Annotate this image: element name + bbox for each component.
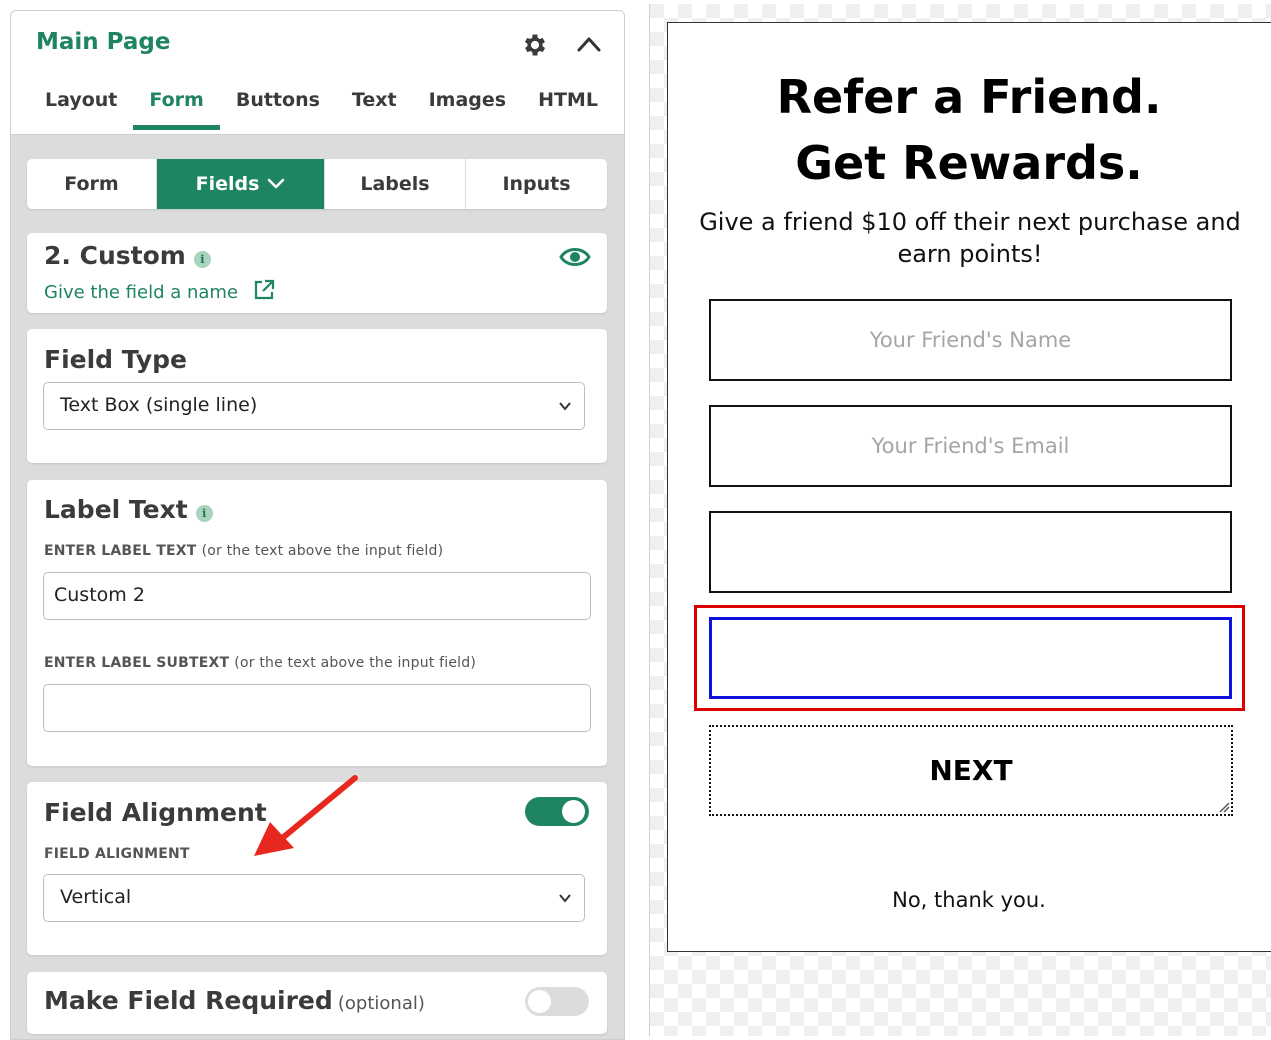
collapse-chevron-icon[interactable] <box>576 33 602 55</box>
red-arrow-icon <box>254 775 358 856</box>
field-alignment-heading: Field Alignment <box>44 798 267 827</box>
subtab-fields[interactable]: Fields <box>157 159 325 209</box>
label-text-input[interactable]: Custom 2 <box>43 572 591 620</box>
label-text-card: Label Text i ENTER LABEL TEXT (or the tex… <box>27 480 607 766</box>
custom-field-2[interactable] <box>709 617 1232 699</box>
info-icon[interactable]: i <box>195 505 213 522</box>
resize-handle-icon[interactable] <box>1218 801 1230 813</box>
tab-form[interactable]: Form <box>133 85 221 130</box>
subtab-inputs[interactable]: Inputs <box>466 159 607 209</box>
decline-link[interactable]: No, thank you. <box>667 888 1271 912</box>
panel-header: Main Page Layout Form Buttons Text Image… <box>11 11 624 135</box>
required-heading: Make Field Required <box>44 986 333 1015</box>
chevron-down-icon <box>559 894 571 903</box>
subtab-bar: Form Fields Labels Inputs <box>27 159 607 209</box>
eye-icon[interactable] <box>559 245 591 269</box>
panel-title: Main Page <box>36 29 171 55</box>
field-alignment-caption: FIELD ALIGNMENT <box>44 846 190 862</box>
tab-buttons[interactable]: Buttons <box>220 85 336 130</box>
chevron-down-icon <box>268 178 285 189</box>
tab-layout[interactable]: Layout <box>29 85 133 130</box>
settings-panel: Main Page Layout Form Buttons Text Image… <box>10 10 625 1040</box>
popup-title: Refer a Friend. Get Rewards. <box>776 70 1162 190</box>
tab-images[interactable]: Images <box>413 85 522 130</box>
custom-field-1[interactable] <box>709 511 1232 593</box>
label-subtext-caption: ENTER LABEL SUBTEXT (or the text above t… <box>44 655 476 671</box>
field-alignment-select[interactable]: Vertical <box>43 874 585 922</box>
label-text-heading: Label Text <box>44 495 188 524</box>
subtab-labels[interactable]: Labels <box>325 159 466 209</box>
subtab-form[interactable]: Form <box>27 159 157 209</box>
chevron-down-icon <box>559 402 571 411</box>
external-link-icon <box>255 279 275 300</box>
field-heading: 2. Custom <box>44 241 186 270</box>
label-text-caption: ENTER LABEL TEXT (or the text above the … <box>44 543 444 559</box>
field-name-card: 2. Custom i Give the field a name <box>27 233 607 313</box>
tab-text[interactable]: Text <box>336 85 413 130</box>
label-subtext-input[interactable] <box>43 684 591 732</box>
required-card: Make Field Required (optional) <box>27 972 607 1034</box>
rename-link[interactable]: Give the field a name <box>44 279 275 303</box>
main-tabs: Layout Form Buttons Text Images HTML <box>29 85 614 130</box>
required-toggle[interactable] <box>525 987 589 1016</box>
required-hint: (optional) <box>337 993 425 1014</box>
field-type-card: Field Type Text Box (single line) <box>27 329 607 463</box>
field-alignment-toggle[interactable] <box>525 797 589 826</box>
field-type-heading: Field Type <box>44 345 188 374</box>
friend-email-field[interactable]: Your Friend's Email <box>709 405 1232 487</box>
gear-icon[interactable] <box>521 31 549 59</box>
field-type-select[interactable]: Text Box (single line) <box>43 382 585 430</box>
popup-subtitle: Give a friend $10 off their next purchas… <box>699 208 1241 268</box>
friend-name-field[interactable]: Your Friend's Name <box>709 299 1232 381</box>
tab-html[interactable]: HTML <box>522 85 614 130</box>
next-button[interactable]: NEXT <box>709 725 1233 816</box>
info-icon[interactable]: i <box>193 251 211 268</box>
